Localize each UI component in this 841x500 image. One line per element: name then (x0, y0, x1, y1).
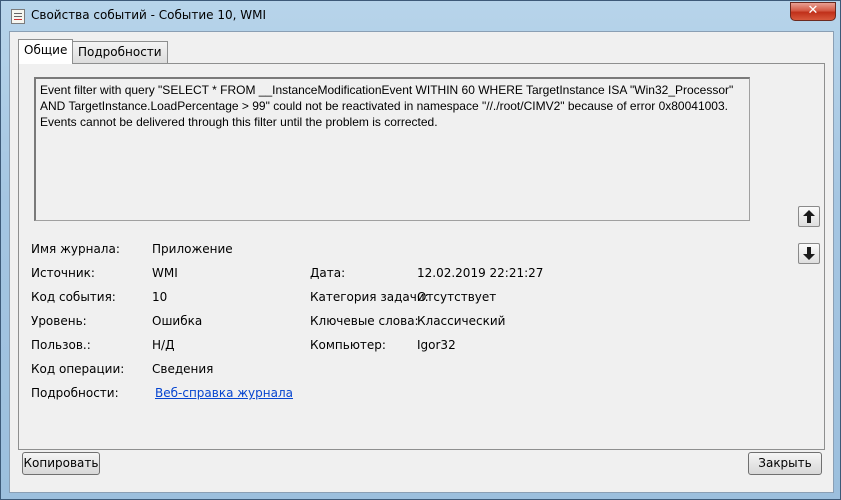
date-label: Дата: (310, 266, 346, 280)
user-label: Пользов.: (31, 338, 91, 352)
arrow-up-icon (803, 210, 815, 223)
next-event-button[interactable] (798, 243, 820, 264)
tab-details[interactable]: Подробности (72, 41, 168, 63)
level-label: Уровень: (31, 314, 87, 328)
window-title: Свойства событий - Событие 10, WMI (31, 8, 267, 22)
title-bar[interactable]: Свойства событий - Событие 10, WMI ✕ (1, 1, 841, 31)
arrow-down-icon (803, 247, 815, 260)
event-log-online-help-link[interactable]: Веб-справка журнала (155, 386, 293, 400)
opcode-label: Код операции: (31, 362, 125, 376)
date-value: 12.02.2019 22:21:27 (417, 266, 544, 280)
event-id-value: 10 (152, 290, 168, 304)
task-category-label: Категория задачи: (310, 290, 429, 304)
keywords-value: Классический (417, 314, 506, 328)
source-value: WMI (152, 266, 178, 280)
source-label: Источник: (31, 266, 95, 280)
tab-general[interactable]: Общие (18, 39, 74, 64)
copy-button[interactable]: Копировать (22, 452, 100, 475)
general-tab-panel: Event filter with query "SELECT * FROM _… (18, 63, 825, 450)
level-value: Ошибка (152, 314, 203, 328)
event-id-label: Код события: (31, 290, 116, 304)
previous-event-button[interactable] (798, 206, 820, 227)
log-name-label: Имя журнала: (31, 242, 120, 256)
log-name-value: Приложение (152, 242, 233, 256)
more-info-label: Подробности: (31, 386, 119, 400)
close-button[interactable]: Закрыть (748, 452, 822, 475)
event-properties-window: Свойства событий - Событие 10, WMI ✕ Общ… (0, 0, 841, 500)
computer-label: Компьютер: (310, 338, 386, 352)
close-window-button[interactable]: ✕ (790, 2, 836, 21)
keywords-label: Ключевые слова: (310, 314, 419, 328)
task-category-value: Отсутствует (417, 290, 497, 304)
event-description[interactable]: Event filter with query "SELECT * FROM _… (34, 77, 750, 221)
computer-value: Igor32 (417, 338, 456, 352)
event-viewer-icon (11, 9, 25, 24)
opcode-value: Сведения (152, 362, 214, 376)
dialog-client-area: Общие Подробности Event filter with quer… (9, 31, 834, 493)
user-value: Н/Д (152, 338, 175, 352)
